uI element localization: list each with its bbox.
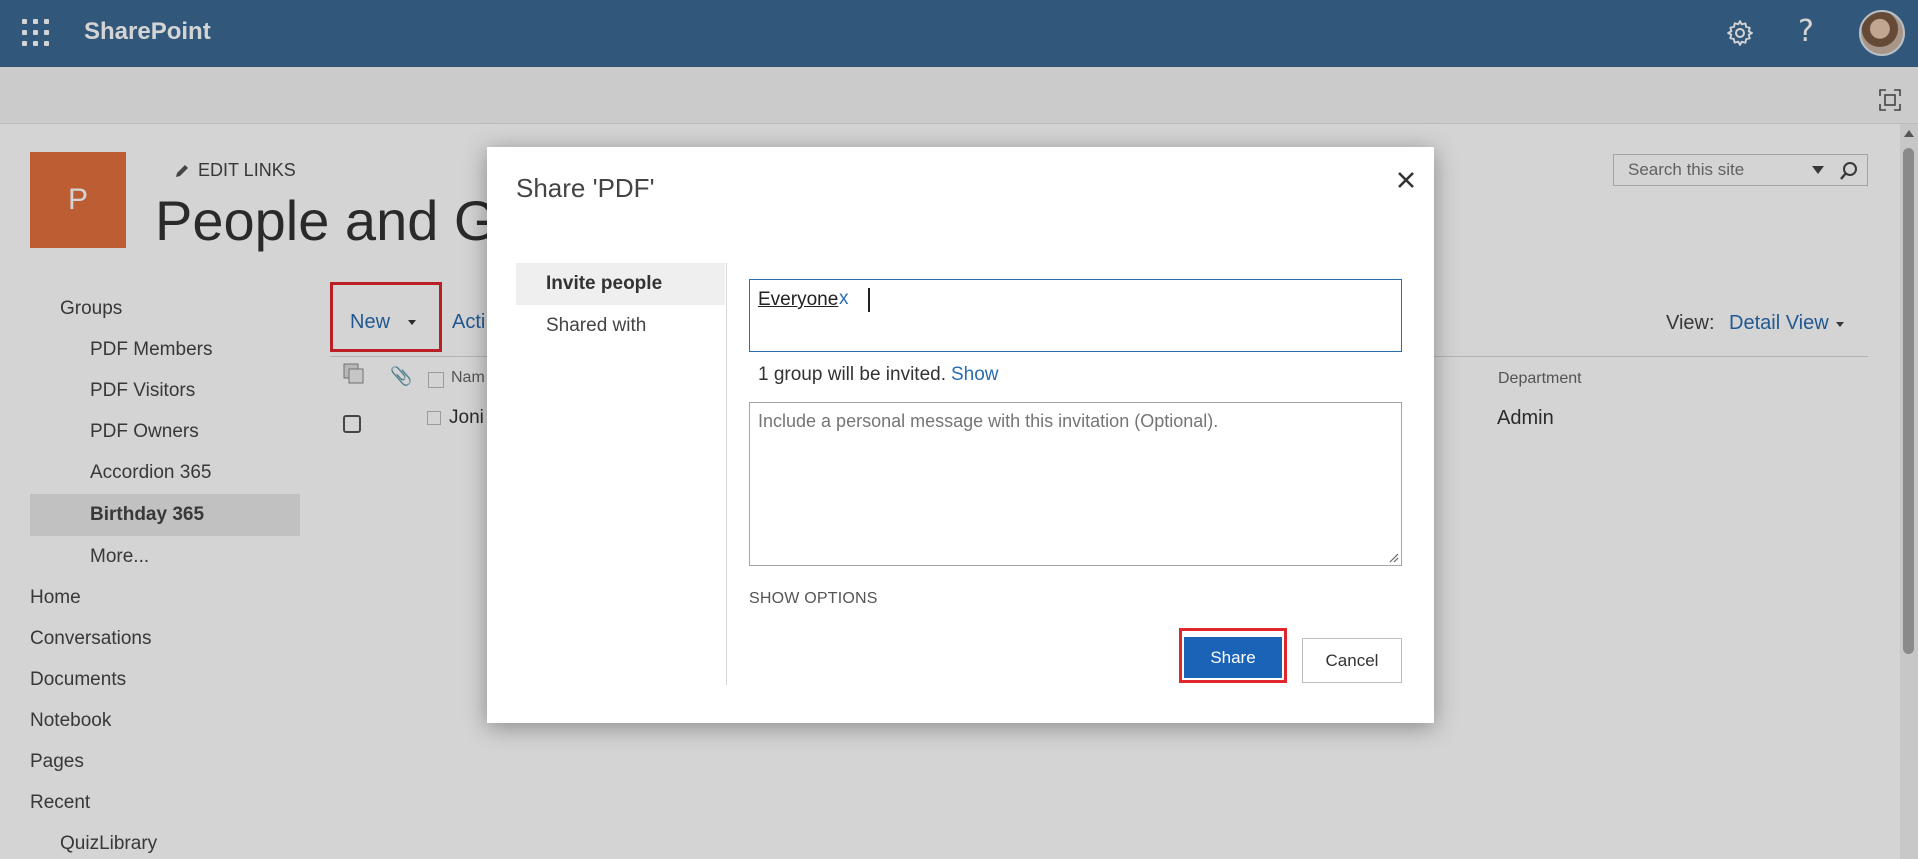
dialog-tabs: Invite people Shared with: [516, 263, 727, 685]
people-picker-input[interactable]: Everyone x: [749, 279, 1402, 352]
remove-invitee-icon[interactable]: x: [839, 288, 849, 310]
show-options-link[interactable]: SHOW OPTIONS: [749, 590, 878, 608]
invited-count-message: 1 group will be invited. Show: [758, 364, 999, 385]
close-icon[interactable]: [1391, 165, 1421, 195]
show-invitees-link[interactable]: Show: [951, 364, 999, 385]
dialog-title: Share 'PDF': [516, 173, 655, 203]
share-dialog: Share 'PDF' Invite people Shared with Ev…: [487, 147, 1434, 723]
tab-invite-people[interactable]: Invite people: [516, 263, 725, 305]
share-button[interactable]: Share: [1184, 633, 1282, 678]
text-cursor: [868, 288, 870, 312]
invitee-chip[interactable]: Everyone: [758, 289, 838, 311]
personal-message-textarea[interactable]: [750, 403, 1401, 565]
resize-grip-icon[interactable]: [1387, 551, 1399, 563]
cancel-button[interactable]: Cancel: [1302, 638, 1402, 683]
personal-message-box[interactable]: [749, 402, 1402, 566]
tab-shared-with[interactable]: Shared with: [516, 305, 725, 347]
